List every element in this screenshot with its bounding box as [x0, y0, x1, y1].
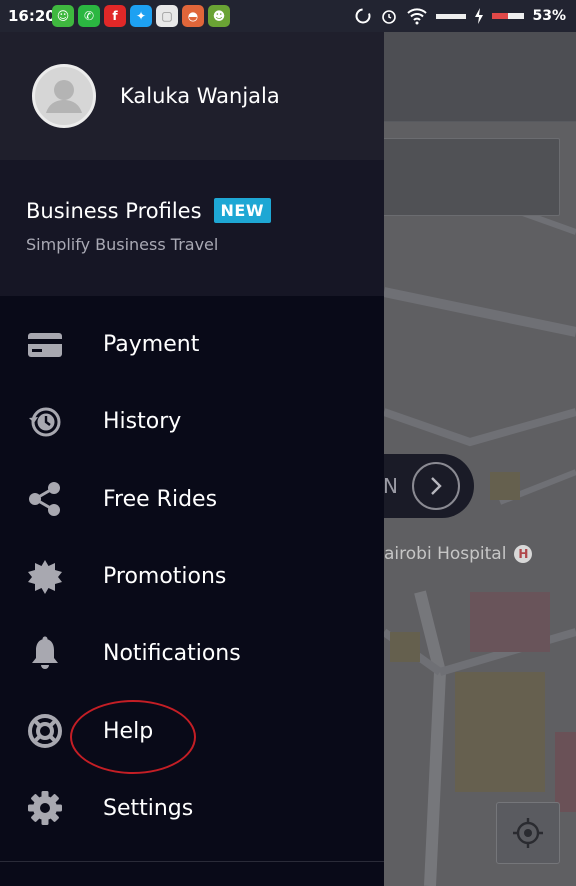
credit-card-icon [26, 326, 64, 364]
share-icon [26, 480, 64, 518]
status-bar: 16:20 ☺ ✆ f ✦ ▢ ◓ ☻ 53% [0, 0, 576, 32]
drawer-menu: Payment History Free Rides Promotions No… [0, 306, 384, 847]
menu-label-free-rides: Free Rides [103, 486, 218, 512]
destination-search-box[interactable] [370, 138, 560, 216]
menu-label-settings: Settings [103, 795, 194, 821]
notification-icons: ☺ ✆ f ✦ ▢ ◓ ☻ [52, 5, 230, 27]
my-location-button[interactable] [496, 802, 560, 864]
business-subtitle: Simplify Business Travel [26, 235, 219, 254]
gallery-icon: ▢ [156, 5, 178, 27]
bell-icon [26, 635, 64, 673]
menu-label-promotions: Promotions [103, 564, 227, 590]
pill-text: N [383, 474, 398, 498]
flipboard-icon: f [104, 5, 126, 27]
hospital-name: airobi Hospital [384, 544, 507, 564]
battery-icon [492, 13, 525, 19]
menu-item-help[interactable]: Help [0, 692, 384, 769]
menu-label-payment: Payment [103, 332, 200, 358]
game-icon: ◓ [182, 5, 204, 27]
menu-item-history[interactable]: History [0, 383, 384, 460]
new-badge: NEW [213, 198, 271, 223]
menu-item-notifications[interactable]: Notifications [0, 615, 384, 692]
status-right: 53% [354, 7, 566, 25]
hospital-label: airobi Hospital H [384, 544, 533, 564]
menu-label-history: History [103, 409, 182, 435]
signal-bar-icon [436, 14, 467, 19]
lifebuoy-icon [26, 712, 64, 750]
menu-item-promotions[interactable]: Promotions [0, 538, 384, 615]
pill-arrow-button[interactable] [412, 462, 460, 510]
user-name: Kaluka Wanjala [120, 84, 280, 108]
business-title: Business Profiles [26, 198, 202, 223]
avatar[interactable] [32, 64, 96, 128]
navigation-drawer: Kaluka Wanjala Business Profiles NEW Sim… [0, 32, 384, 886]
hospital-icon: H [514, 545, 533, 563]
business-title-row: Business Profiles NEW [26, 198, 384, 223]
history-icon [26, 403, 64, 441]
battery-percent: 53% [532, 8, 566, 24]
sync-icon [355, 8, 371, 24]
drawer-divider [0, 861, 384, 862]
menu-item-settings[interactable]: Settings [0, 770, 384, 847]
twitter-icon: ✦ [130, 5, 152, 27]
wifi-icon [407, 8, 428, 25]
alarm-icon [382, 10, 397, 24]
menu-label-help: Help [103, 718, 154, 744]
business-profiles-banner[interactable]: Business Profiles NEW Simplify Business … [0, 160, 384, 296]
charging-icon [475, 8, 484, 24]
menu-item-free-rides[interactable]: Free Rides [0, 461, 384, 538]
menu-label-notifications: Notifications [103, 641, 241, 667]
monkey-icon: ☻ [208, 5, 230, 27]
app-screen: 16:20 ☺ ✆ f ✦ ▢ ◓ ☻ 53% N airobi Hospita… [0, 0, 576, 886]
menu-item-payment[interactable]: Payment [0, 306, 384, 383]
chevron-right-icon [431, 477, 442, 495]
promotions-badge-icon [26, 558, 64, 596]
wechat-icon: ☺ [52, 5, 74, 27]
profile-header[interactable]: Kaluka Wanjala [0, 32, 384, 160]
whatsapp-icon: ✆ [78, 5, 100, 27]
person-icon [46, 80, 82, 113]
gear-icon [26, 789, 64, 827]
status-time: 16:20 [8, 7, 56, 25]
crosshair-icon [513, 818, 543, 848]
